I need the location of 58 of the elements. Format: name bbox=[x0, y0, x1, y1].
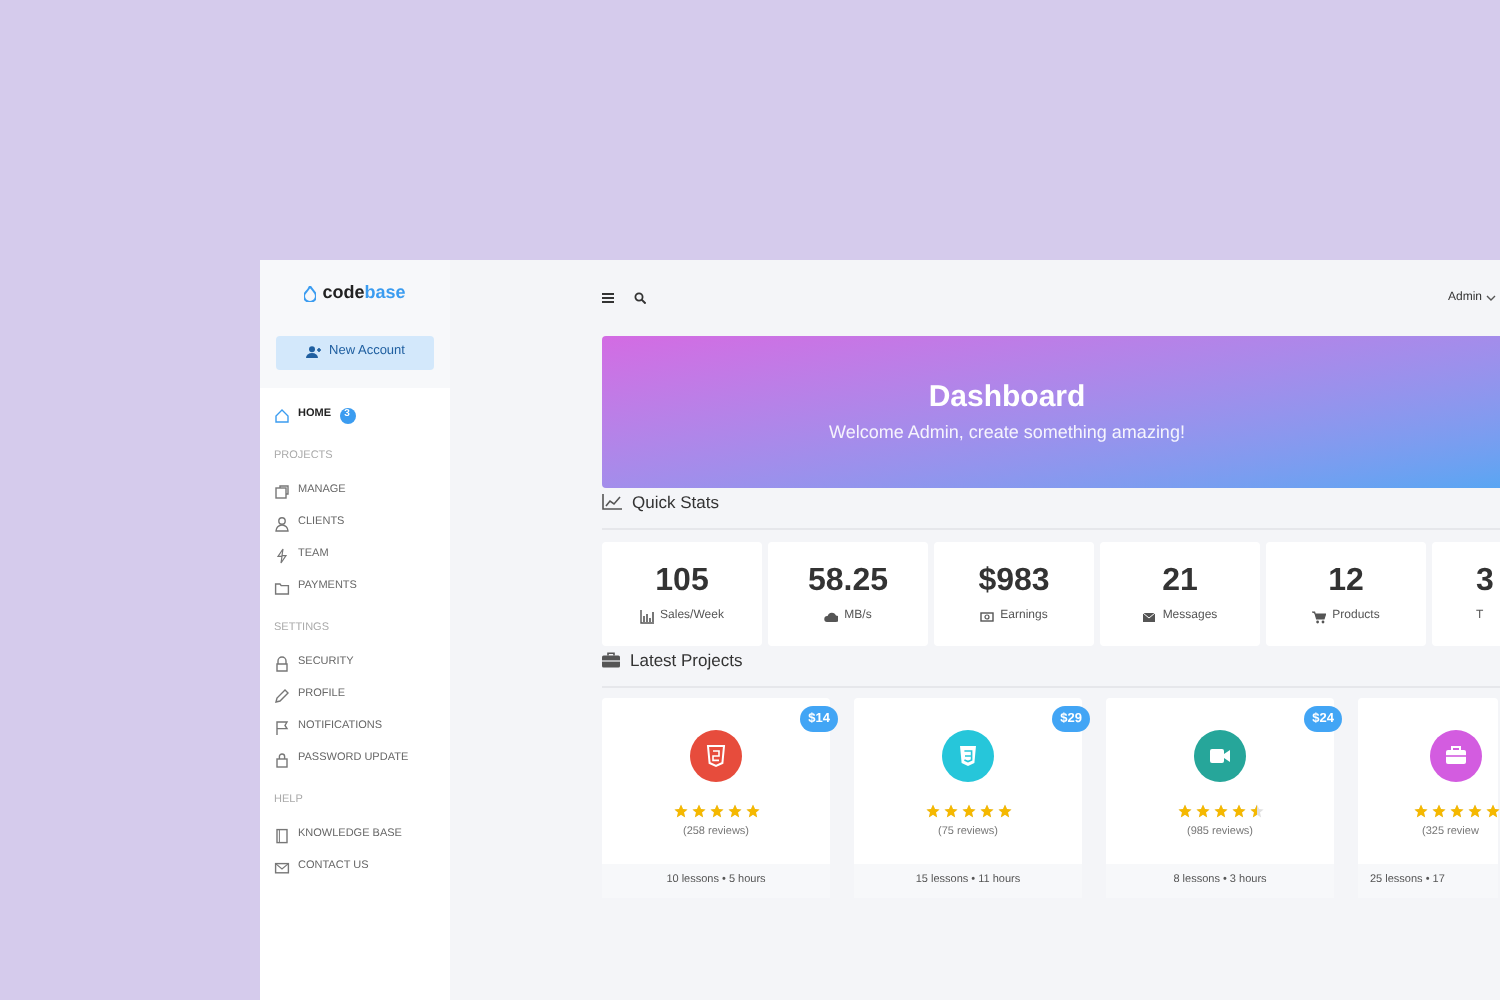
banknote-icon bbox=[980, 610, 995, 624]
caret-icon bbox=[1486, 294, 1496, 302]
star-icon bbox=[745, 804, 759, 818]
star-icon bbox=[1414, 804, 1428, 818]
logo-text: codebase bbox=[322, 280, 406, 306]
menu-icon bbox=[602, 292, 614, 304]
bolt-icon bbox=[274, 547, 290, 563]
star-icon bbox=[961, 804, 975, 818]
user-icon bbox=[274, 515, 290, 531]
stat-value: 105 bbox=[655, 562, 709, 602]
line-chart-icon bbox=[602, 494, 622, 510]
search-icon bbox=[634, 292, 646, 304]
star-icon bbox=[709, 804, 723, 818]
star-icon bbox=[1450, 804, 1464, 818]
banner-subtitle: Welcome Admin, create something amazing! bbox=[829, 419, 1185, 446]
section-heading: Quick Stats bbox=[632, 489, 719, 515]
star-icon bbox=[1468, 804, 1482, 818]
home-icon bbox=[274, 407, 290, 423]
briefcase-icon bbox=[602, 652, 620, 668]
stat-value: 21 bbox=[1162, 562, 1198, 602]
star-icon bbox=[943, 804, 957, 818]
cart-icon bbox=[1312, 610, 1327, 624]
star-icon bbox=[1231, 804, 1245, 818]
banner-title: Dashboard bbox=[928, 377, 1086, 418]
stat-value: 3 bbox=[1476, 562, 1494, 602]
flame-icon bbox=[304, 285, 317, 302]
star-icon bbox=[1213, 804, 1227, 818]
envelope-icon bbox=[1142, 610, 1157, 624]
star-icon bbox=[1177, 804, 1191, 818]
stat-value: $983 bbox=[978, 562, 1050, 602]
star-icon bbox=[925, 804, 939, 818]
star-icon bbox=[1195, 804, 1209, 818]
pencil-icon bbox=[274, 687, 290, 703]
briefcase-icon bbox=[1430, 730, 1482, 782]
star-icon bbox=[1249, 804, 1263, 818]
envelope-icon bbox=[274, 859, 290, 875]
cloud-icon bbox=[824, 610, 839, 624]
star-icon bbox=[997, 804, 1011, 818]
star-icon bbox=[1432, 804, 1446, 818]
star-icon bbox=[979, 804, 993, 818]
stat-value: 58.25 bbox=[807, 562, 889, 602]
stat-value: 12 bbox=[1328, 562, 1364, 602]
star-icon bbox=[691, 804, 705, 818]
bar-chart-icon bbox=[640, 610, 655, 624]
star-icon bbox=[1486, 804, 1500, 818]
video-camera-icon bbox=[1194, 730, 1246, 782]
copy-icon bbox=[274, 483, 290, 499]
star-icon bbox=[727, 804, 741, 818]
folder-icon bbox=[274, 579, 290, 595]
book-icon bbox=[274, 827, 290, 843]
star-icon bbox=[673, 804, 687, 818]
flag-icon bbox=[274, 719, 290, 735]
shield-icon bbox=[690, 730, 742, 782]
section-heading: Latest Projects bbox=[630, 647, 743, 673]
lock-icon bbox=[274, 751, 290, 767]
shield-icon bbox=[942, 730, 994, 782]
lock-icon bbox=[274, 655, 290, 671]
user-plus-icon bbox=[305, 346, 322, 358]
